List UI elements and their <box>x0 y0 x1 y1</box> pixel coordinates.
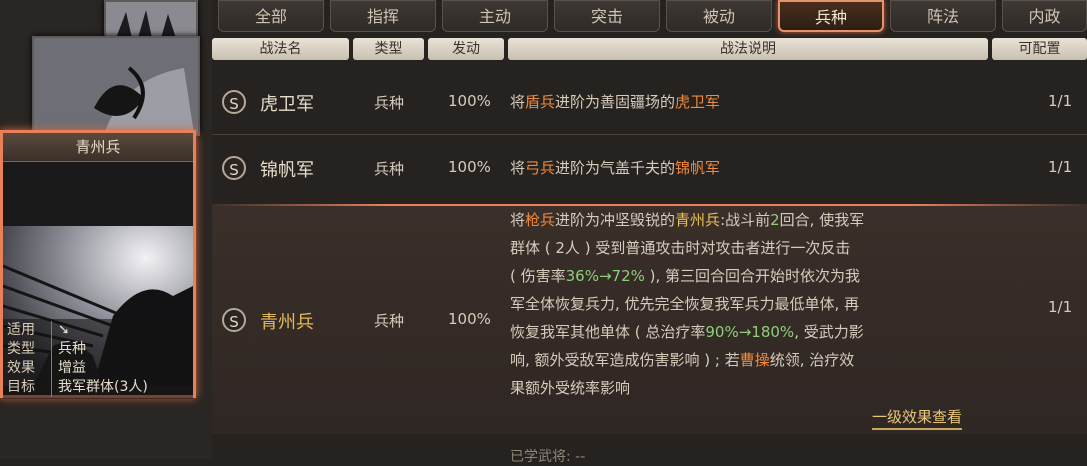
card-title: 青州兵 <box>3 133 193 162</box>
tactic-rate: 100% <box>448 92 491 110</box>
desc-text: 群体 ( 2人 ) 受到普通攻击时对攻击者进行一次反击 <box>510 239 851 257</box>
desc-highlight: 弓兵 <box>525 159 556 177</box>
learned-generals: 已学武将: -- <box>510 449 586 465</box>
tab-passive[interactable]: 被动 <box>666 0 772 32</box>
card-thumbnail-top[interactable] <box>104 0 198 40</box>
desc-line: 响, 额外受敌军造成伤害影响 ) ; 若曹操统领, 治疗效 <box>510 346 1000 374</box>
tab-all[interactable]: 全部 <box>218 0 324 32</box>
tactic-row-huweijun[interactable]: S 虎卫军 兵种 100% 将盾兵进阶为善固疆场的虎卫军 1/1 <box>212 72 1087 132</box>
cavalry-icon: ➘ <box>58 322 70 338</box>
card-info-table: 适用 ➘ 类型 兵种 效果 增益 目标 我军群体(3人) <box>3 319 193 399</box>
s-badge-icon: S <box>222 308 246 332</box>
level-one-effect-link[interactable]: 一级效果查看 <box>872 406 963 430</box>
tactic-description: 将盾兵进阶为善固疆场的虎卫军 <box>510 88 1000 116</box>
tactic-rate: 100% <box>448 158 491 176</box>
tactic-description: 将枪兵进阶为冲坚毁锐的青州兵:战斗前2回合, 使我军群体 ( 2人 ) 受到普通… <box>510 206 1000 402</box>
info-row-use: 适用 ➘ <box>3 321 193 340</box>
column-header-type[interactable]: 类型 <box>353 38 424 60</box>
column-header-configurable[interactable]: 可配置 <box>992 38 1087 60</box>
info-key: 适用 <box>3 321 52 340</box>
column-header-description: 战法说明 <box>508 38 988 60</box>
tactic-row-jinfanjun[interactable]: S 锦帆军 兵种 100% 将弓兵进阶为气盖千夫的锦帆军 1/1 <box>212 136 1087 202</box>
desc-text: ), 第三回合回合开始时依次为我 <box>644 267 861 285</box>
tactic-type: 兵种 <box>374 160 405 178</box>
info-value: 兵种 <box>58 341 86 357</box>
desc-text: 将 <box>510 93 526 111</box>
info-value: 增益 <box>58 360 86 376</box>
desc-text: 统领, 治疗效 <box>769 351 855 369</box>
desc-text: :战斗前 <box>720 211 771 229</box>
desc-line: 群体 ( 2人 ) 受到普通攻击时对攻击者进行一次反击 <box>510 234 1000 262</box>
tactic-type: 兵种 <box>374 312 405 330</box>
desc-text: ( 伤害率 <box>510 267 566 285</box>
tactic-config-count: 1/1 <box>1048 158 1073 176</box>
desc-highlight: 36%→72% <box>565 267 645 285</box>
desc-highlight: 曹操 <box>739 351 770 369</box>
desc-text: 军全体恢复兵力, 优先完全恢复我军兵力最低单体, 再 <box>510 295 860 313</box>
tab-internal-affairs[interactable]: 内政 <box>1002 0 1087 32</box>
desc-highlight: 虎卫军 <box>675 93 721 111</box>
info-key: 类型 <box>3 340 52 359</box>
soldier-art-icon <box>106 2 196 38</box>
tactic-config-count: 1/1 <box>1048 298 1073 316</box>
tab-formation[interactable]: 阵法 <box>890 0 996 32</box>
desc-highlight: 盾兵 <box>525 93 556 111</box>
info-value: 我军群体(3人) <box>58 379 148 395</box>
desc-text: 进阶为冲坚毁锐的 <box>555 211 676 229</box>
desc-highlight: 2 <box>770 211 780 229</box>
desc-text: 回合, 使我军 <box>779 211 865 229</box>
tactic-row-qingzhoubing[interactable]: S 青州兵 兵种 100% 将枪兵进阶为冲坚毁锐的青州兵:战斗前2回合, 使我军… <box>212 204 1087 465</box>
desc-text: 响, 额外受敌军造成伤害影响 ) ; 若 <box>510 351 740 369</box>
desc-line: 果额外受统率影响 <box>510 374 1000 402</box>
tactic-config-count: 1/1 <box>1048 92 1073 110</box>
desc-text: 进阶为善固疆场的 <box>555 93 676 111</box>
tactic-description: 将弓兵进阶为气盖千夫的锦帆军 <box>510 154 1000 182</box>
archer-art-icon <box>34 38 198 134</box>
tactic-name: 锦帆军 <box>260 160 314 181</box>
desc-line: 军全体恢复兵力, 优先完全恢复我军兵力最低单体, 再 <box>510 290 1000 318</box>
tactic-rate: 100% <box>448 310 491 328</box>
tactic-name: 青州兵 <box>260 312 314 333</box>
desc-text: 恢复我军其他单体 ( 总治疗率 <box>510 323 706 341</box>
tactic-type: 兵种 <box>374 94 405 112</box>
desc-highlight: 枪兵 <box>525 211 556 229</box>
tab-assault[interactable]: 突击 <box>554 0 660 32</box>
left-card-panel: 青州兵 适用 ➘ 类型 兵种 效果 增益 目标 我军群体(3人) <box>0 0 212 459</box>
desc-text: , 受武力影 <box>794 323 864 341</box>
desc-highlight: 青州兵 <box>675 211 721 229</box>
desc-line: ( 伤害率36%→72% ), 第三回合回合开始时依次为我 <box>510 262 1000 290</box>
tab-troop-type[interactable]: 兵种 <box>778 0 884 32</box>
info-key: 目标 <box>3 378 52 397</box>
row-divider <box>212 134 1087 135</box>
card-thumbnail-archer[interactable] <box>32 36 200 136</box>
qingzhou-soldier-art-icon <box>3 226 193 386</box>
desc-highlight: 90%→180% <box>705 323 795 341</box>
desc-text: 进阶为气盖千夫的 <box>555 159 676 177</box>
desc-line: 将枪兵进阶为冲坚毁锐的青州兵:战斗前2回合, 使我军 <box>510 206 1000 234</box>
info-row-effect: 效果 增益 <box>3 359 193 378</box>
info-key: 效果 <box>3 359 52 378</box>
tab-command[interactable]: 指挥 <box>330 0 436 32</box>
column-header-name[interactable]: 战法名 <box>212 38 349 60</box>
desc-line: 恢复我军其他单体 ( 总治疗率90%→180%, 受武力影 <box>510 318 1000 346</box>
tab-active[interactable]: 主动 <box>442 0 548 32</box>
desc-text: 将 <box>510 159 526 177</box>
s-badge-icon: S <box>222 90 246 114</box>
desc-text: 将 <box>510 211 526 229</box>
info-row-target: 目标 我军群体(3人) <box>3 378 193 397</box>
tactic-name: 虎卫军 <box>260 94 314 115</box>
column-header-rate[interactable]: 发动 <box>428 38 504 60</box>
s-badge-icon: S <box>222 156 246 180</box>
selected-tactic-card[interactable]: 青州兵 适用 ➘ 类型 兵种 效果 增益 目标 我军群体(3人) <box>0 130 196 399</box>
info-row-type: 类型 兵种 <box>3 340 193 359</box>
desc-highlight: 锦帆军 <box>675 159 721 177</box>
desc-text: 果额外受统率影响 <box>510 379 631 397</box>
tactic-category-tabs: 全部 指挥 主动 突击 被动 兵种 阵法 内政 <box>212 0 1087 34</box>
